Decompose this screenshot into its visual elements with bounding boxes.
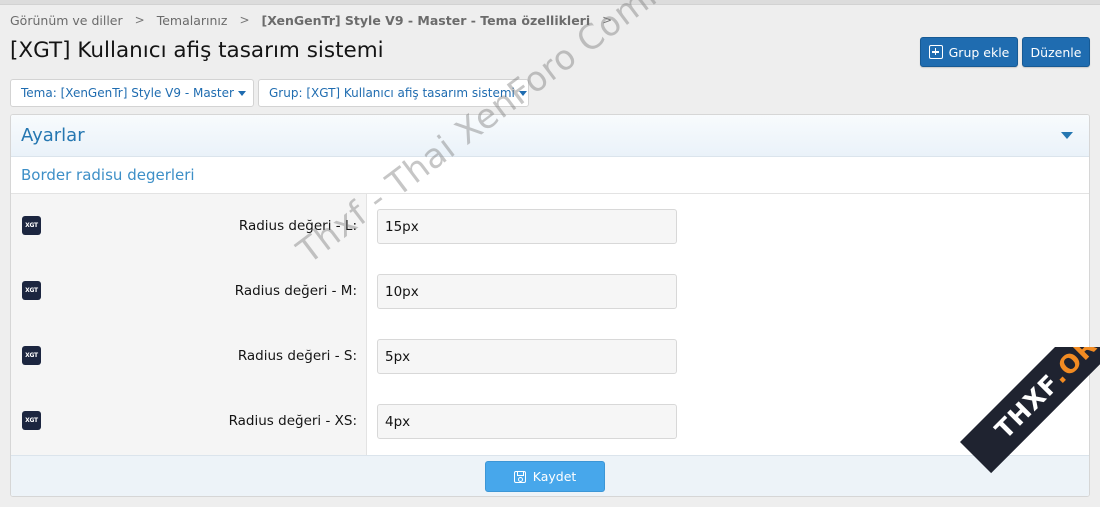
setting-row-radius-xs: XGT Radius değeri - XS: 4px xyxy=(11,389,1089,454)
chevron-right-icon: > xyxy=(239,13,250,27)
collapse-toggle-icon[interactable] xyxy=(1061,132,1073,139)
radius-m-input[interactable]: 10px xyxy=(377,274,677,309)
breadcrumb-item-theme-properties[interactable]: [XenGenTr] Style V9 - Master - Tema özel… xyxy=(262,13,591,28)
group-filter-dropdown[interactable]: Grup: [XGT] Kullanıcı afiş tasarım siste… xyxy=(258,79,529,107)
radius-l-input[interactable]: 15px xyxy=(377,209,677,244)
breadcrumb-item-themes[interactable]: Temalarınız xyxy=(157,13,228,28)
theme-filter-label: Tema: [XenGenTr] Style V9 - Master xyxy=(21,86,234,100)
floppy-disk-icon xyxy=(513,470,526,483)
breadcrumb-item-appearance[interactable]: Görünüm ve diller xyxy=(10,13,123,28)
setting-label: Radius değeri - M: xyxy=(234,283,357,299)
caret-down-icon xyxy=(518,90,527,96)
setting-label: Radius değeri - S: xyxy=(237,348,357,364)
theme-filter-dropdown[interactable]: Tema: [XenGenTr] Style V9 - Master xyxy=(10,79,254,107)
radius-s-input[interactable]: 5px xyxy=(377,339,677,374)
top-bar xyxy=(0,0,1100,5)
setting-label: Radius değeri - L: xyxy=(238,218,357,234)
edit-label: Düzenle xyxy=(1030,44,1082,60)
save-label: Kaydet xyxy=(532,469,577,484)
setting-row-radius-m: XGT Radius değeri - M: 10px xyxy=(11,259,1089,324)
section-header: Border radisu degerleri xyxy=(11,157,1089,194)
edit-button[interactable]: Düzenle xyxy=(1022,37,1090,67)
settings-block-header[interactable]: Ayarlar xyxy=(11,115,1089,157)
setting-label: Radius değeri - XS: xyxy=(228,413,357,429)
settings-rows: XGT Radius değeri - L: 15px XGT Radius d… xyxy=(11,194,1089,455)
radius-xs-input[interactable]: 4px xyxy=(377,404,677,439)
xgt-logo-icon: XGT xyxy=(22,346,41,365)
setting-row-radius-l: XGT Radius değeri - L: 15px xyxy=(11,194,1089,259)
caret-down-icon xyxy=(237,90,246,96)
breadcrumb: Görünüm ve diller > Temalarınız > [XenGe… xyxy=(10,12,624,28)
settings-block: Ayarlar Border radisu degerleri XGT Radi… xyxy=(10,114,1090,497)
add-group-button[interactable]: Grup ekle xyxy=(920,37,1018,67)
xgt-logo-icon: XGT xyxy=(22,411,41,430)
chevron-right-icon: > xyxy=(134,13,145,27)
form-footer: Kaydet xyxy=(11,455,1089,496)
page-title: [XGT] Kullanıcı afiş tasarım sistemi xyxy=(10,38,384,63)
chevron-right-icon: > xyxy=(602,13,613,27)
add-group-label: Grup ekle xyxy=(948,44,1010,60)
plus-square-icon xyxy=(928,45,943,59)
setting-row-radius-s: XGT Radius değeri - S: 5px xyxy=(11,324,1089,389)
save-button[interactable]: Kaydet xyxy=(485,461,605,492)
xgt-logo-icon: XGT xyxy=(22,216,41,235)
group-filter-label: Grup: [XGT] Kullanıcı afiş tasarım siste… xyxy=(269,86,515,100)
section-title: Border radisu degerleri xyxy=(21,166,195,184)
settings-block-title: Ayarlar xyxy=(21,125,85,146)
xgt-logo-icon: XGT xyxy=(22,281,41,300)
